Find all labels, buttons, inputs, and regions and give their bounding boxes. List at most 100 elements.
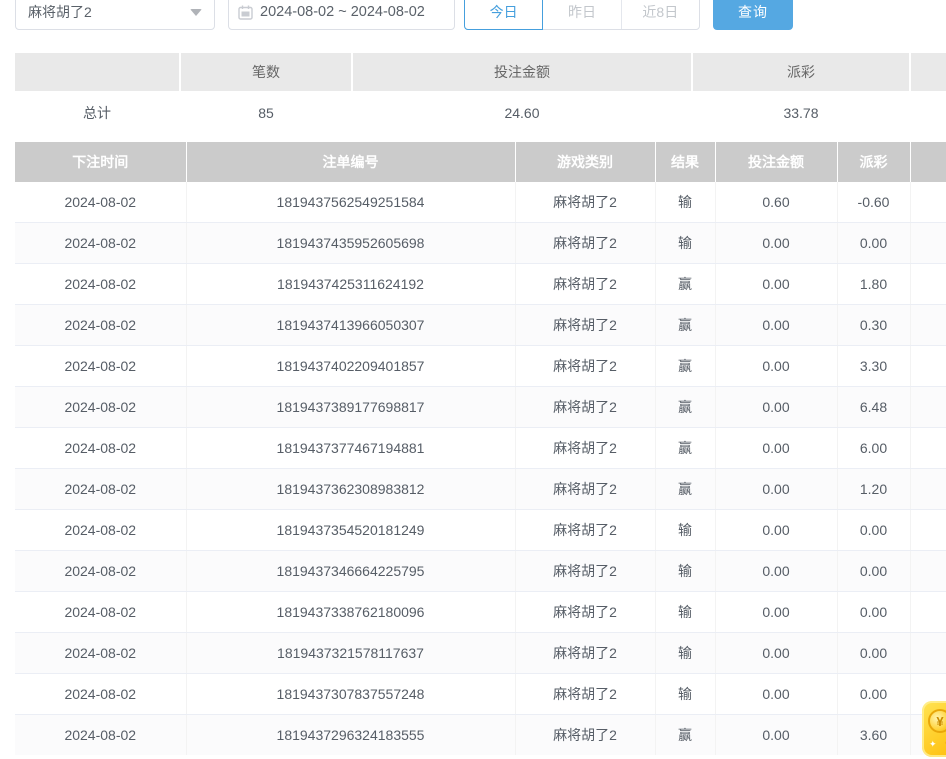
sparkle-icon: ✦ (929, 740, 937, 749)
bet-amount-cell: 0.00 (715, 551, 837, 592)
result-cell: 输 (655, 592, 715, 633)
table-row: 2024-08-02 1819437321578117637 麻将胡了2 输 0… (15, 633, 946, 674)
order-id-cell: 1819437377467194881 (186, 428, 515, 469)
summary-total-label: 总计 (15, 92, 180, 130)
order-id-cell: 1819437402209401857 (186, 346, 515, 387)
game-type-cell: 麻将胡了2 (515, 715, 655, 756)
bet-time-cell: 2024-08-02 (15, 428, 186, 469)
summary-payout-value: 33.78 (692, 92, 910, 130)
payout-cell: -0.60 (837, 182, 910, 223)
bet-amount-cell: 0.00 (715, 674, 837, 715)
game-select-value: 麻将胡了2 (28, 2, 190, 22)
game-type-cell: 麻将胡了2 (515, 264, 655, 305)
payout-cell: 3.60 (837, 715, 910, 756)
header-bet-amount: 投注金额 (715, 142, 837, 182)
table-row: 2024-08-02 1819437413966050307 麻将胡了2 赢 0… (15, 305, 946, 346)
game-select[interactable]: 麻将胡了2 (15, 0, 215, 30)
result-cell: 赢 (655, 346, 715, 387)
summary-header-payout: 派彩 (692, 53, 910, 92)
summary-count-value: 85 (180, 92, 352, 130)
order-id-cell: 1819437389177698817 (186, 387, 515, 428)
payout-cell: 1.20 (837, 469, 910, 510)
bet-table-body: 2024-08-02 1819437562549251584 麻将胡了2 输 0… (15, 182, 946, 755)
order-id-cell: 1819437413966050307 (186, 305, 515, 346)
summary-header-count: 笔数 (180, 53, 352, 92)
summary-header-bet-amount: 投注金额 (352, 53, 692, 92)
payout-cell: 1.80 (837, 264, 910, 305)
table-row: 2024-08-02 1819437362308983812 麻将胡了2 赢 0… (15, 469, 946, 510)
table-row: 2024-08-02 1819437425311624192 麻将胡了2 赢 0… (15, 264, 946, 305)
bet-time-cell: 2024-08-02 (15, 469, 186, 510)
gold-coin-icon: ¥ (928, 709, 946, 733)
today-button[interactable]: 今日 (464, 0, 543, 30)
order-id-cell: 1819437562549251584 (186, 182, 515, 223)
table-row: 2024-08-02 1819437346664225795 麻将胡了2 输 0… (15, 551, 946, 592)
game-type-cell: 麻将胡了2 (515, 633, 655, 674)
bet-records-table-wrap: 下注时间 注单编号 游戏类别 结果 投注金额 派彩 2024-08-02 181… (15, 142, 946, 755)
header-payout: 派彩 (837, 142, 910, 182)
cutoff-cell (910, 182, 946, 223)
promo-reward-widget[interactable]: ¥ ✦ (922, 701, 946, 757)
cutoff-cell (910, 387, 946, 428)
cutoff-cell (910, 551, 946, 592)
game-type-cell: 麻将胡了2 (515, 592, 655, 633)
result-cell: 赢 (655, 305, 715, 346)
summary-table-wrap: 笔数 投注金额 派彩 总计 85 24.60 33.78 (15, 53, 946, 130)
header-order-id: 注单编号 (186, 142, 515, 182)
bet-time-cell: 2024-08-02 (15, 674, 186, 715)
table-row: 2024-08-02 1819437435952605698 麻将胡了2 输 0… (15, 223, 946, 264)
payout-cell: 0.00 (837, 592, 910, 633)
cutoff-cell (910, 592, 946, 633)
payout-cell: 6.00 (837, 428, 910, 469)
order-id-cell: 1819437321578117637 (186, 633, 515, 674)
cutoff-cell (910, 223, 946, 264)
game-type-cell: 麻将胡了2 (515, 510, 655, 551)
bet-time-cell: 2024-08-02 (15, 223, 186, 264)
table-header-row: 下注时间 注单编号 游戏类别 结果 投注金额 派彩 (15, 142, 946, 182)
game-type-cell: 麻将胡了2 (515, 223, 655, 264)
order-id-cell: 1819437354520181249 (186, 510, 515, 551)
bet-amount-cell: 0.00 (715, 633, 837, 674)
payout-cell: 6.48 (837, 387, 910, 428)
chevron-down-icon (190, 9, 202, 16)
date-range-input[interactable]: 2024-08-02 ~ 2024-08-02 (228, 0, 455, 30)
payout-cell: 0.00 (837, 674, 910, 715)
bet-amount-cell: 0.00 (715, 592, 837, 633)
table-row: 2024-08-02 1819437562549251584 麻将胡了2 输 0… (15, 182, 946, 223)
yesterday-button[interactable]: 昨日 (543, 0, 621, 29)
date-range-value: 2024-08-02 ~ 2024-08-02 (260, 4, 425, 20)
game-type-cell: 麻将胡了2 (515, 674, 655, 715)
bet-amount-cell: 0.00 (715, 469, 837, 510)
cutoff-cell (910, 305, 946, 346)
bet-time-cell: 2024-08-02 (15, 592, 186, 633)
bet-time-cell: 2024-08-02 (15, 305, 186, 346)
result-cell: 输 (655, 633, 715, 674)
game-type-cell: 麻将胡了2 (515, 551, 655, 592)
game-type-cell: 麻将胡了2 (515, 346, 655, 387)
result-cell: 输 (655, 182, 715, 223)
game-type-cell: 麻将胡了2 (515, 428, 655, 469)
game-type-cell: 麻将胡了2 (515, 469, 655, 510)
bet-amount-cell: 0.00 (715, 715, 837, 756)
bet-amount-cell: 0.00 (715, 305, 837, 346)
order-id-cell: 1819437307837557248 (186, 674, 515, 715)
table-row: 2024-08-02 1819437307837557248 麻将胡了2 输 0… (15, 674, 946, 715)
bet-amount-cell: 0.00 (715, 223, 837, 264)
summary-header-cutoff (910, 53, 946, 92)
game-type-cell: 麻将胡了2 (515, 182, 655, 223)
cutoff-cell (910, 633, 946, 674)
query-button[interactable]: 查询 (713, 0, 793, 30)
result-cell: 赢 (655, 715, 715, 756)
result-cell: 输 (655, 551, 715, 592)
summary-cutoff-value (910, 92, 946, 130)
last-8-days-button[interactable]: 近8日 (622, 0, 699, 29)
order-id-cell: 1819437346664225795 (186, 551, 515, 592)
table-row: 2024-08-02 1819437338762180096 麻将胡了2 输 0… (15, 592, 946, 633)
table-row: 2024-08-02 1819437354520181249 麻将胡了2 输 0… (15, 510, 946, 551)
table-row: 2024-08-02 1819437402209401857 麻将胡了2 赢 0… (15, 346, 946, 387)
result-cell: 赢 (655, 469, 715, 510)
payout-cell: 0.00 (837, 633, 910, 674)
game-type-cell: 麻将胡了2 (515, 305, 655, 346)
payout-cell: 0.30 (837, 305, 910, 346)
result-cell: 输 (655, 674, 715, 715)
